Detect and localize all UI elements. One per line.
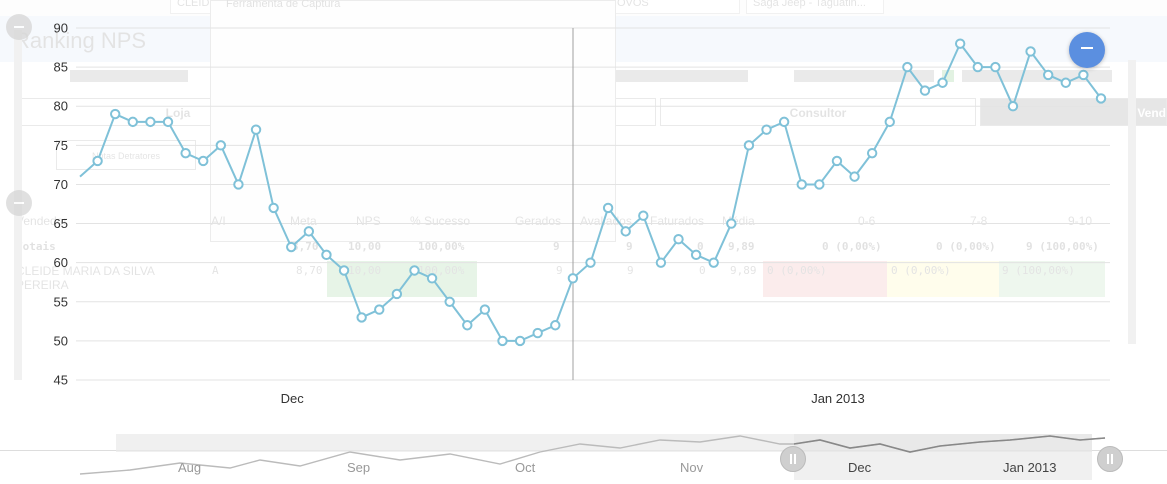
y-tick-label: 60: [54, 255, 68, 270]
data-point[interactable]: [462, 320, 473, 331]
data-point[interactable]: [937, 77, 948, 88]
data-point[interactable]: [550, 320, 561, 331]
chart-grid: [76, 27, 1110, 381]
data-point[interactable]: [673, 234, 684, 245]
y-tick-label: 55: [54, 294, 68, 309]
y-tick-label: 65: [54, 216, 68, 231]
data-point[interactable]: [1060, 77, 1071, 88]
data-point[interactable]: [814, 179, 825, 190]
data-point[interactable]: [761, 124, 772, 135]
y-tick-label: 70: [54, 177, 68, 192]
minus-icon: [1081, 47, 1093, 50]
data-point[interactable]: [198, 155, 209, 167]
data-point[interactable]: [954, 38, 966, 49]
data-point[interactable]: [233, 179, 244, 190]
data-point[interactable]: [708, 257, 719, 268]
data-point[interactable]: [831, 155, 843, 167]
data-point[interactable]: [849, 171, 860, 182]
navigator-month: Nov: [680, 460, 704, 475]
data-point[interactable]: [602, 202, 614, 214]
data-point[interactable]: [743, 140, 755, 151]
data-point[interactable]: [145, 116, 156, 128]
data-point[interactable]: [884, 116, 895, 128]
data-point[interactable]: [1007, 101, 1019, 112]
data-point[interactable]: [127, 116, 139, 128]
range-navigator[interactable]: Aug Sep Oct Nov Dec Jan 2013: [0, 430, 1167, 484]
y-tick-label: 50: [54, 333, 68, 348]
navigator-month: Jan 2013: [1003, 460, 1057, 475]
y-tick-label: 75: [54, 138, 68, 153]
data-point[interactable]: [866, 147, 878, 159]
series-line[interactable]: [79, 42, 1102, 342]
data-point[interactable]: [180, 147, 191, 159]
y-axis: 45 50 55 60 65 70 75 80 85 90: [54, 21, 68, 388]
navigator-month: Dec: [848, 460, 872, 475]
data-point[interactable]: [162, 116, 174, 128]
data-point[interactable]: [1078, 69, 1089, 81]
navigator-month: Aug: [178, 460, 202, 475]
data-point[interactable]: [919, 85, 931, 96]
data-point[interactable]: [620, 226, 631, 237]
data-point[interactable]: [374, 304, 385, 315]
data-point[interactable]: [479, 304, 491, 315]
data-point[interactable]: [778, 116, 790, 128]
data-point[interactable]: [972, 61, 983, 73]
nps-line-chart[interactable]: 45 50 55 60 65 70 75 80 85 90 Dec Jan 2013: [0, 0, 1167, 430]
data-point[interactable]: [567, 273, 579, 284]
data-point[interactable]: [321, 249, 332, 261]
data-point[interactable]: [286, 241, 297, 253]
y-tick-label: 80: [54, 99, 68, 114]
x-tick-label: Dec: [281, 391, 305, 406]
data-point[interactable]: [426, 273, 438, 284]
y-tick-label: 90: [54, 21, 68, 36]
data-point[interactable]: [1095, 93, 1107, 104]
navigator-left-handle[interactable]: [780, 446, 806, 472]
navigator-month: Oct: [515, 460, 536, 475]
data-point[interactable]: [726, 218, 737, 229]
data-point[interactable]: [902, 61, 913, 73]
data-point[interactable]: [1042, 69, 1054, 81]
data-point[interactable]: [110, 108, 121, 120]
x-tick-label: Jan 2013: [811, 391, 865, 406]
data-point[interactable]: [655, 257, 667, 268]
data-point[interactable]: [638, 210, 649, 221]
collapse-button[interactable]: [1069, 32, 1105, 68]
navigator-sparkline: [79, 435, 1106, 475]
data-point[interactable]: [1025, 46, 1036, 57]
data-point[interactable]: [409, 265, 420, 276]
data-point[interactable]: [92, 155, 103, 167]
navigator-right-handle[interactable]: [1097, 446, 1123, 472]
data-point[interactable]: [391, 288, 403, 300]
data-point[interactable]: [250, 124, 262, 135]
data-point[interactable]: [215, 140, 227, 151]
data-point[interactable]: [356, 312, 367, 323]
navigator-month: Sep: [347, 460, 371, 475]
data-point[interactable]: [338, 265, 350, 276]
y-tick-label: 45: [54, 373, 68, 388]
series-points[interactable]: [92, 38, 1107, 347]
data-point[interactable]: [532, 327, 543, 339]
data-point[interactable]: [497, 335, 508, 347]
data-point[interactable]: [444, 296, 455, 307]
data-point[interactable]: [990, 61, 1001, 73]
data-point[interactable]: [585, 257, 596, 268]
data-point[interactable]: [303, 226, 315, 237]
data-point[interactable]: [268, 202, 279, 214]
x-axis: Dec Jan 2013: [281, 391, 865, 406]
series-nps[interactable]: [79, 42, 1102, 342]
data-point[interactable]: [796, 179, 807, 190]
y-tick-label: 85: [54, 60, 68, 75]
data-point[interactable]: [514, 335, 526, 347]
data-point[interactable]: [690, 249, 702, 261]
